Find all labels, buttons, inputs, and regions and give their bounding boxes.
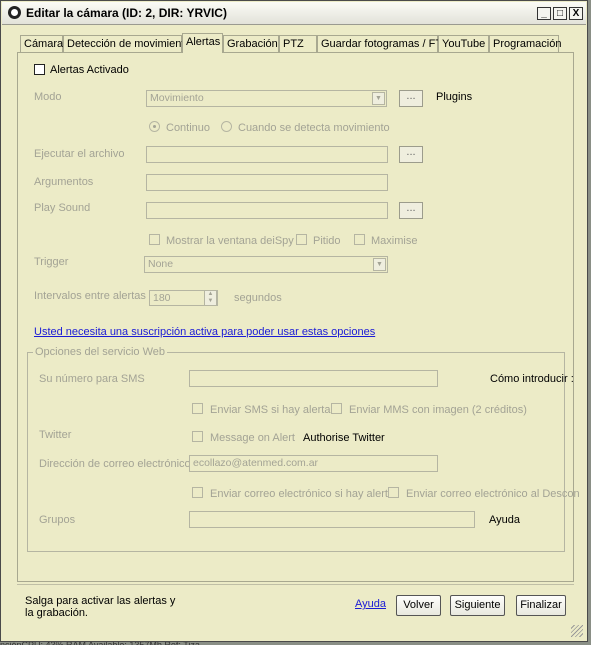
trigger-select-value: None (148, 258, 174, 270)
spinner-arrows-icon[interactable]: ▲ ▼ (204, 291, 217, 305)
trigger-select[interactable]: None ▼ (144, 256, 388, 273)
send-sms-checkbox[interactable] (192, 403, 203, 414)
groups-input[interactable] (189, 511, 475, 528)
send-mms-checkbox[interactable] (331, 403, 342, 414)
beep-label: Pitido (313, 235, 341, 247)
send-email-disconnect-label: Enviar correo electrónico al Descon (406, 488, 580, 500)
minimize-button[interactable]: _ (537, 7, 551, 20)
footer-divider (17, 584, 574, 585)
twitter-label: Twitter (39, 429, 72, 441)
alerts-enabled-label: Alertas Activado (50, 64, 129, 76)
interval-unit: segundos (234, 292, 282, 304)
on-motion-radio-label: Cuando se detecta movimiento (238, 122, 390, 134)
mode-label: Modo (34, 91, 62, 103)
interval-value: 180 (153, 292, 171, 304)
interval-stepper[interactable]: 180 ▲ ▼ (149, 290, 218, 306)
continuous-radio[interactable] (149, 121, 160, 132)
app-icon (8, 6, 21, 19)
chevron-down-icon: ▼ (373, 258, 386, 271)
maximize-button[interactable]: □ (553, 7, 567, 20)
beep-checkbox[interactable] (296, 234, 307, 245)
how-to-enter-label: Cómo introducir : (490, 373, 574, 385)
mode-browse-button[interactable]: ... (399, 90, 423, 107)
trigger-label: Trigger (34, 256, 69, 268)
groups-help-link[interactable]: Ayuda (489, 514, 520, 526)
on-motion-radio[interactable] (221, 121, 232, 132)
play-sound-browse-button[interactable]: ... (399, 202, 423, 219)
show-window-checkbox[interactable] (149, 234, 160, 245)
send-email-alert-checkbox[interactable] (192, 487, 203, 498)
window-title: Editar la cámara (ID: 2, DIR: YRVIC) (26, 6, 227, 20)
footer-help-link[interactable]: Ayuda (355, 598, 386, 610)
arguments-input[interactable] (146, 174, 388, 191)
message-on-alert-label: Message on Alert (210, 432, 295, 444)
tab-camara[interactable]: Cámara (20, 35, 63, 52)
title-bar[interactable]: Editar la cámara (ID: 2, DIR: YRVIC) _ □… (2, 2, 586, 25)
mode-select-value: Movimiento (150, 92, 204, 104)
groups-label: Grupos (39, 514, 76, 526)
send-email-disconnect-checkbox[interactable] (388, 487, 399, 498)
tab-schedule[interactable]: Programación (489, 35, 561, 52)
authorise-twitter-link[interactable]: Authorise Twitter (303, 432, 385, 444)
edit-camera-dialog: Editar la cámara (ID: 2, DIR: YRVIC) _ □… (0, 0, 588, 642)
back-button[interactable]: Volver (396, 595, 441, 616)
close-button[interactable]: X (569, 7, 583, 20)
message-on-alert-checkbox[interactable] (192, 431, 203, 442)
sms-input[interactable] (189, 370, 438, 387)
next-button[interactable]: Siguiente (450, 595, 505, 616)
tab-alerts[interactable]: Alertas (182, 33, 223, 53)
execute-file-label: Ejecutar el archivo (34, 148, 125, 160)
interval-label: Intervalos entre alertas (34, 290, 146, 302)
tab-ptz[interactable]: PTZ (279, 35, 317, 52)
tab-save-frames-ftp[interactable]: Guardar fotogramas / FTP (317, 35, 449, 52)
play-sound-label: Play Sound (34, 202, 91, 214)
play-sound-input[interactable] (146, 202, 388, 219)
mode-select[interactable]: Movimiento ▼ (146, 90, 387, 107)
email-label: Dirección de correo electrónico (39, 458, 191, 470)
footer-hint: Salga para activar las alertas y la grab… (25, 595, 176, 619)
tab-recording[interactable]: Grabación (223, 35, 279, 52)
tab-youtube[interactable]: YouTube (438, 35, 489, 52)
maximise-label: Maximise (371, 235, 418, 247)
maximise-checkbox[interactable] (354, 234, 365, 245)
chevron-down-icon: ▼ (372, 92, 385, 105)
finish-button[interactable]: Finalizar (516, 595, 566, 616)
send-sms-label: Enviar SMS si hay alerta (210, 404, 331, 416)
execute-file-input[interactable] (146, 146, 388, 163)
send-mms-label: Enviar MMS con imagen (2 créditos) (349, 404, 527, 416)
tab-motion-detection[interactable]: Detección de movimiento (63, 35, 191, 52)
resize-grip-icon[interactable] (571, 625, 583, 637)
sms-label: Su número para SMS (39, 373, 145, 385)
show-window-label: Mostrar la ventana deiSpy (166, 235, 294, 247)
subscription-link[interactable]: Usted necesita una suscripción activa pa… (34, 326, 375, 338)
web-service-group-title: Opciones del servicio Web (33, 346, 168, 358)
execute-browse-button[interactable]: ... (399, 146, 423, 163)
plugins-label: Plugins (436, 91, 473, 103)
alerts-enabled-checkbox[interactable] (34, 64, 45, 75)
continuous-radio-label: Continuo (166, 122, 211, 134)
arguments-label: Argumentos (34, 176, 94, 188)
email-input[interactable]: ecollazo@atenmed.com.ar (189, 455, 438, 472)
send-email-alert-label: Enviar correo electrónico si hay alerta (210, 488, 395, 500)
